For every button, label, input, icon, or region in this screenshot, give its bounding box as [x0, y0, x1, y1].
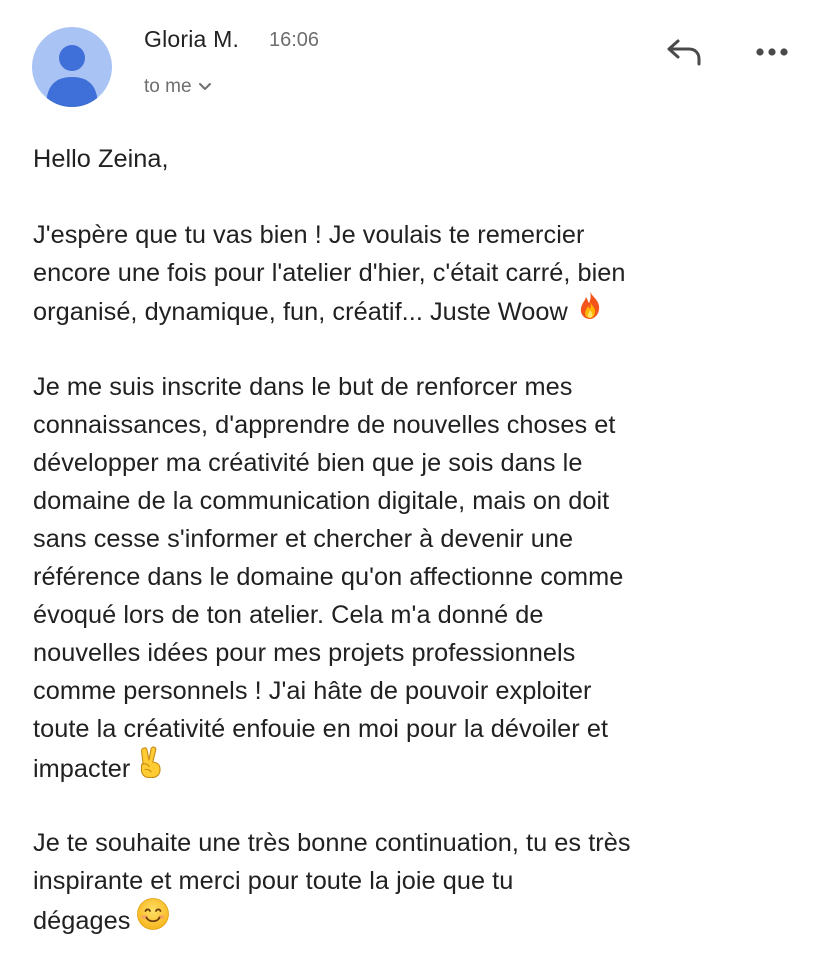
text-line: toute la créativité enfouie en moi pour …	[33, 715, 609, 743]
text-line: nouvelles idées pour mes projets profess…	[33, 639, 576, 667]
greeting: Hello Zeina,	[33, 140, 803, 178]
person-icon	[46, 45, 98, 107]
text-line: encore une fois pour l'atelier d'hier, c…	[33, 259, 626, 287]
text-line: évoqué lors de ton atelier. Cela m'a don…	[33, 601, 544, 629]
text-line: comme personnels ! J'ai hâte de pouvoir …	[33, 677, 592, 705]
paragraph-thanks: J'espère que tu vas bien ! Je voulais te…	[33, 216, 803, 330]
text-line: dégages	[33, 898, 803, 938]
recipient-details-toggle[interactable]: to me	[144, 74, 212, 100]
fire-emoji-icon	[574, 289, 606, 332]
text-fragment: dégages	[33, 907, 131, 936]
reply-button[interactable]	[662, 32, 706, 72]
text-fragment: organisé, dynamique, fun, créatif... Jus…	[33, 298, 568, 327]
text-line: référence dans le domaine qu'on affectio…	[33, 563, 624, 591]
text-line: Je me suis inscrite dans le but de renfo…	[33, 373, 573, 401]
smiling-face-emoji-icon	[136, 897, 170, 942]
text-line: domaine de la communication digitale, ma…	[33, 487, 610, 515]
text-line: organisé, dynamique, fun, créatif... Jus…	[33, 289, 803, 332]
greeting-line: Hello Zeina,	[33, 145, 169, 173]
paragraph-closing: Je te souhaite une très bonne continuati…	[33, 824, 803, 938]
text-line: J'espère que tu vas bien ! Je voulais te…	[33, 221, 585, 249]
paragraph-motivation: Je me suis inscrite dans le but de renfo…	[33, 368, 803, 786]
more-options-button[interactable]	[748, 32, 796, 72]
text-line: impacter	[33, 746, 803, 786]
text-line: sans cesse s'informer et chercher à deve…	[33, 525, 574, 553]
sender-name[interactable]: Gloria M.	[144, 26, 239, 53]
chevron-down-icon	[198, 83, 211, 90]
text-line: Je te souhaite une très bonne continuati…	[33, 829, 631, 857]
victory-hand-emoji-icon	[136, 745, 166, 790]
sent-time: 16:06	[269, 29, 320, 51]
text-line: inspirante et merci pour toute la joie q…	[33, 867, 514, 895]
recipient-label: to me	[144, 76, 192, 97]
more-horizontal-icon	[756, 48, 788, 56]
text-fragment: impacter	[33, 755, 131, 784]
text-line: connaissances, d'apprendre de nouvelles …	[33, 411, 616, 439]
sender-avatar[interactable]	[32, 27, 112, 107]
text-line: développer ma créativité bien que je soi…	[33, 449, 583, 477]
reply-icon	[667, 39, 701, 66]
email-body: Hello Zeina, J'espère que tu vas bien ! …	[33, 140, 803, 976]
email-header: Gloria M. 16:06 to me	[0, 0, 828, 120]
